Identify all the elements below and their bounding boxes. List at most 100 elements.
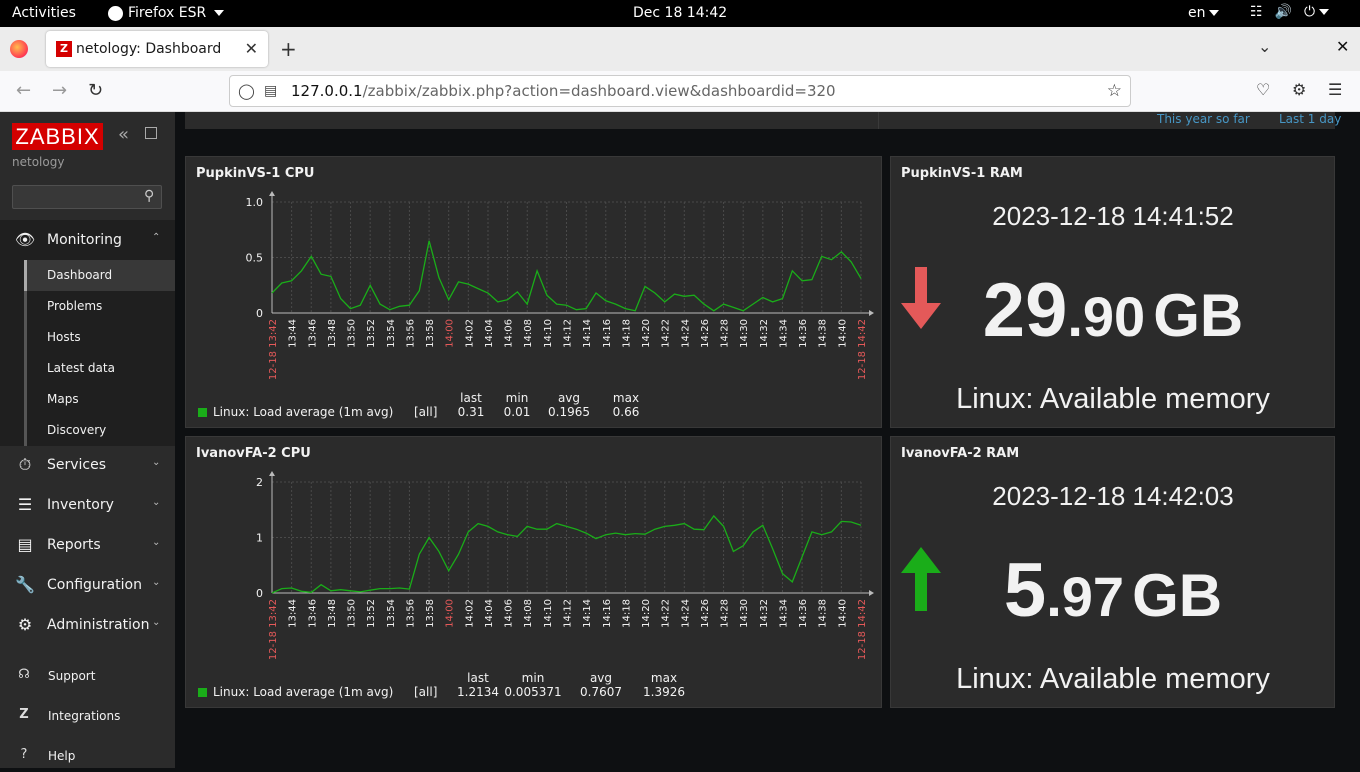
browser-tab[interactable]: Z netology: Dashboard ✕	[46, 31, 268, 67]
x-tick-label: 13:54	[386, 599, 397, 628]
zabbix-logo[interactable]: ZABBIX	[12, 123, 103, 150]
x-tick-label: 14:20	[641, 599, 652, 628]
x-tick-label: 12-18 14:42	[857, 599, 868, 660]
x-tick-label: 14:04	[484, 599, 495, 628]
widget-title: IvanovFA-2 RAM	[901, 446, 1020, 461]
item-description: Linux: Available memory	[956, 383, 1270, 415]
x-tick-label: 14:00	[445, 599, 456, 628]
x-tick-label: 13:52	[366, 319, 377, 348]
item-timestamp: 2023-12-18 14:41:52	[992, 201, 1234, 231]
page-info-icon[interactable]: ▤	[264, 83, 277, 99]
bar-chart-icon: ▤	[17, 535, 33, 554]
divider	[878, 112, 879, 129]
bookmark-star-icon[interactable]: ☆	[1107, 81, 1122, 101]
search-icon[interactable]: ⚲	[144, 188, 154, 204]
time-link-this-year[interactable]: This year so far	[1157, 112, 1250, 126]
submenu-hosts[interactable]: Hosts	[24, 322, 175, 353]
submenu-dashboard[interactable]: Dashboard	[24, 260, 175, 291]
menu-administration[interactable]: ⚙ Administration ⌄	[0, 605, 175, 645]
language-selector[interactable]: en	[1188, 5, 1219, 21]
reload-icon[interactable]: ↻	[88, 80, 103, 101]
menu-support[interactable]: ☊ Support	[0, 660, 175, 692]
x-tick-label: 14:38	[818, 319, 829, 348]
forward-arrow-icon[interactable]: →	[52, 80, 67, 101]
x-tick-label: 14:30	[739, 599, 750, 628]
x-tick-label: 14:24	[680, 319, 691, 348]
submenu-latest-data[interactable]: Latest data	[24, 353, 175, 384]
legend-value-max: 1.3926	[643, 685, 685, 699]
y-axis-arrow	[269, 191, 275, 196]
x-tick-label: 13:50	[347, 599, 358, 628]
tab-title: netology: Dashboard	[76, 41, 222, 57]
kiosk-mode-icon[interactable]	[145, 127, 157, 139]
x-tick-label: 14:12	[563, 319, 574, 348]
search-input[interactable]	[12, 185, 162, 209]
clock[interactable]: Dec 18 14:42	[633, 5, 727, 21]
graph-legend: Linux: Load average (1m avg) [all] last …	[198, 391, 868, 421]
widget-pupkinvs-cpu[interactable]: PupkinVS-1 CPU 0 0.5 1.0 12-18 13:42 13:44 13…	[185, 156, 882, 428]
x-tick-label: 14:12	[563, 599, 574, 628]
back-arrow-icon[interactable]: ←	[16, 80, 31, 101]
widget-ivanovfa-cpu[interactable]: IvanovFA-2 CPU 0 1 2 12-18 13:42 13:44 13:46 1…	[185, 436, 882, 708]
headset-icon: ☊	[18, 667, 30, 682]
x-tick-label: 14:16	[602, 319, 613, 348]
shield-icon[interactable]: ◯	[238, 82, 255, 100]
volume-icon: 🔊	[1274, 4, 1292, 20]
new-tab-button[interactable]: +	[280, 37, 297, 61]
menu-reports[interactable]: ▤ Reports ⌄	[0, 525, 175, 565]
menu-monitoring[interactable]: 👁 Monitoring ⌃	[0, 220, 175, 260]
x-tick-label: 14:40	[837, 599, 848, 628]
browser-nav-bar: ← → ↻ ◯ ▤ 127.0.0.1/zabbix/zabbix.php?ac…	[0, 71, 1360, 112]
pocket-icon[interactable]: ♡	[1256, 80, 1270, 99]
chevron-down-icon	[214, 10, 225, 16]
cpu-graph[interactable]: 0 1 2 12-18 13:42 13:44 13:46 13:48 13:50 13:52 1…	[186, 437, 883, 709]
submenu-discovery[interactable]: Discovery	[24, 415, 175, 446]
x-tick-label: 14:38	[818, 599, 829, 628]
system-tray[interactable]: ☷ 🔊 ⏻	[1250, 4, 1330, 20]
value-units: GB	[1153, 282, 1244, 349]
list-tabs-chevron-icon[interactable]: ⌄	[1258, 37, 1271, 56]
time-link-last-1-day[interactable]: Last 1 day	[1279, 112, 1341, 126]
value-integer: 29	[982, 268, 1068, 353]
x-tick-label: 13:58	[425, 599, 436, 628]
window-close-icon[interactable]: ✕	[1336, 37, 1349, 56]
activities-button[interactable]: Activities	[12, 5, 76, 21]
menu-label: Inventory	[47, 497, 114, 513]
legend-header-max: max	[650, 671, 678, 685]
hamburger-menu-icon[interactable]: ☰	[1328, 80, 1342, 99]
value-decimal: .97	[1046, 565, 1125, 628]
submenu-maps[interactable]: Maps	[24, 384, 175, 415]
x-tick-label: 12-18 14:42	[857, 319, 868, 380]
cpu-graph[interactable]: 0 0.5 1.0 12-18 13:42 13:44 13:46 13:48 13:50 13…	[186, 157, 883, 429]
url-text[interactable]: 127.0.0.1/zabbix/zabbix.php?action=dashb…	[291, 82, 836, 100]
legend-item-name: Linux: Load average (1m avg)	[213, 685, 394, 699]
zabbix-favicon-icon: Z	[56, 41, 72, 57]
arrow-up-icon	[901, 547, 941, 611]
x-tick-label: 13:54	[386, 319, 397, 348]
x-axis-arrow	[869, 310, 874, 316]
app-menu[interactable]: Firefox ESR	[108, 5, 225, 21]
x-tick-label: 14:16	[602, 599, 613, 628]
firefox-logo-icon[interactable]	[10, 40, 28, 58]
value-integer: 5	[1003, 548, 1047, 633]
grid	[271, 481, 862, 593]
url-bar[interactable]: ◯ ▤ 127.0.0.1/zabbix/zabbix.php?action=d…	[229, 75, 1131, 107]
menu-configuration[interactable]: 🔧 Configuration ⌄	[0, 565, 175, 605]
legend-item-name: Linux: Load average (1m avg)	[213, 405, 394, 419]
menu-inventory[interactable]: ☰ Inventory ⌄	[0, 485, 175, 525]
widget-ivanovfa-ram[interactable]: IvanovFA-2 RAM 2023-12-18 14:42:03 5.97 G…	[890, 436, 1335, 708]
widget-pupkinvs-ram[interactable]: PupkinVS-1 RAM 2023-12-18 14:41:52 29.90…	[890, 156, 1335, 428]
x-tick-label: 14:22	[661, 599, 672, 628]
extensions-icon[interactable]: ⚙	[1292, 80, 1306, 99]
menu-services[interactable]: ⏱ Services ⌄	[0, 445, 175, 485]
list-icon: ☰	[17, 495, 33, 514]
tab-close-icon[interactable]: ✕	[245, 39, 258, 58]
legend-header-max: max	[612, 391, 640, 405]
menu-help[interactable]: ? Help	[0, 740, 175, 772]
x-tick-label: 14:08	[523, 319, 534, 348]
menu-integrations[interactable]: Z Integrations	[0, 700, 175, 732]
x-tick-label: 14:32	[759, 599, 770, 628]
submenu-problems[interactable]: Problems	[24, 291, 175, 322]
collapse-sidebar-icon[interactable]: «	[118, 124, 129, 145]
legend-swatch	[198, 688, 207, 697]
